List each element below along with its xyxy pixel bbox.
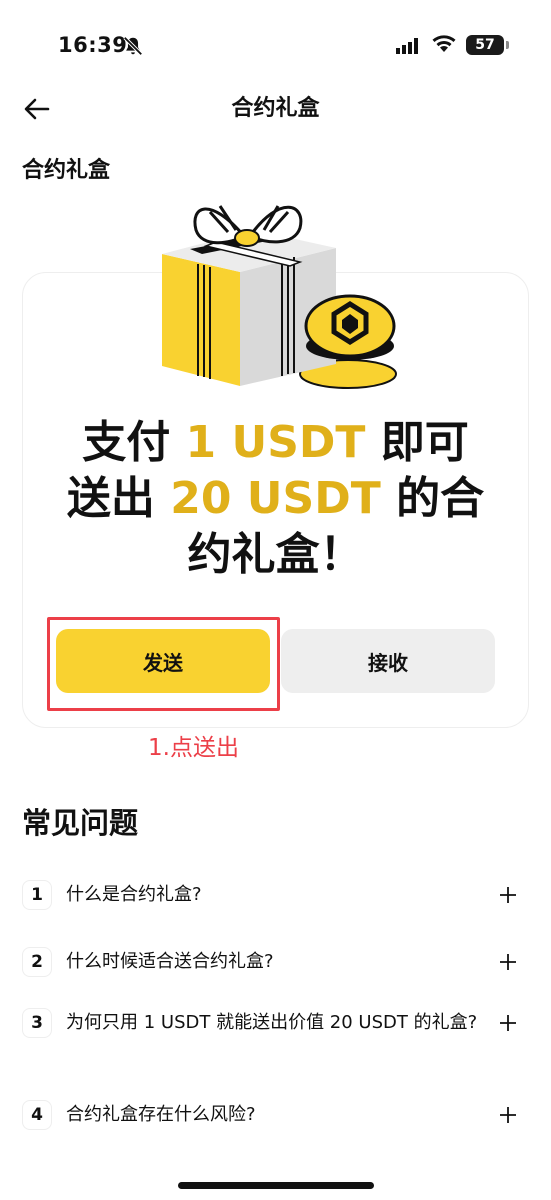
plus-icon[interactable] <box>499 1014 517 1032</box>
headline-text: 即可 <box>365 417 469 468</box>
faq-question: 为何只用 1 USDT 就能送出价值 20 USDT 的礼盒? <box>66 1012 478 1033</box>
receive-button[interactable]: 接收 <box>281 629 495 693</box>
gift-box-illustration <box>162 205 397 389</box>
faq-question: 合约礼盒存在什么风险? <box>66 1104 256 1125</box>
hero-headline: 支付 1 USDT 即可 送出 20 USDT 的合 约礼盒！ <box>30 415 521 583</box>
headline-line-2: 送出 20 USDT 的合 <box>30 471 521 527</box>
faq-item[interactable]: 4 合约礼盒存在什么风险? <box>22 1100 529 1130</box>
signal-icon <box>396 38 418 54</box>
headline-text: 支付 <box>82 417 186 468</box>
faq-number: 2 <box>22 947 52 977</box>
bell-muted-icon <box>123 36 143 56</box>
headline-text: 的合 <box>380 473 485 524</box>
faq-title: 常见问题 <box>22 806 139 840</box>
headline-text: 送出 <box>66 473 171 524</box>
annotation-highlight-box <box>47 617 280 711</box>
battery-indicator: 57 <box>466 35 509 55</box>
faq-item[interactable]: 1 什么是合约礼盒? <box>22 880 529 910</box>
faq-question: 什么时候适合送合约礼盒? <box>66 951 274 972</box>
faq-item[interactable]: 3 为何只用 1 USDT 就能送出价值 20 USDT 的礼盒? <box>22 1008 529 1038</box>
home-indicator <box>178 1182 374 1189</box>
faq-number: 1 <box>22 880 52 910</box>
plus-icon[interactable] <box>499 886 517 904</box>
headline-line-1: 支付 1 USDT 即可 <box>30 415 521 471</box>
status-bar: 16:39 57 <box>0 0 551 90</box>
annotation-note: 1.点送出 <box>148 735 239 761</box>
faq-question: 什么是合约礼盒? <box>66 884 202 905</box>
status-time: 16:39 <box>58 33 128 57</box>
wifi-icon <box>432 35 456 52</box>
page-title: 合约礼盒 <box>231 96 320 121</box>
faq-item[interactable]: 2 什么时候适合送合约礼盒? <box>22 947 529 977</box>
back-button[interactable] <box>20 92 54 126</box>
faq-number: 3 <box>22 1008 52 1038</box>
faq-number: 4 <box>22 1100 52 1130</box>
section-title: 合约礼盒 <box>22 158 111 183</box>
headline-line-3: 约礼盒！ <box>187 529 364 580</box>
arrow-left-icon <box>24 98 50 120</box>
gift-amount: 20 USDT <box>170 473 381 524</box>
pay-amount: 1 USDT <box>185 417 366 468</box>
plus-icon[interactable] <box>499 1106 517 1124</box>
plus-icon[interactable] <box>499 953 517 971</box>
